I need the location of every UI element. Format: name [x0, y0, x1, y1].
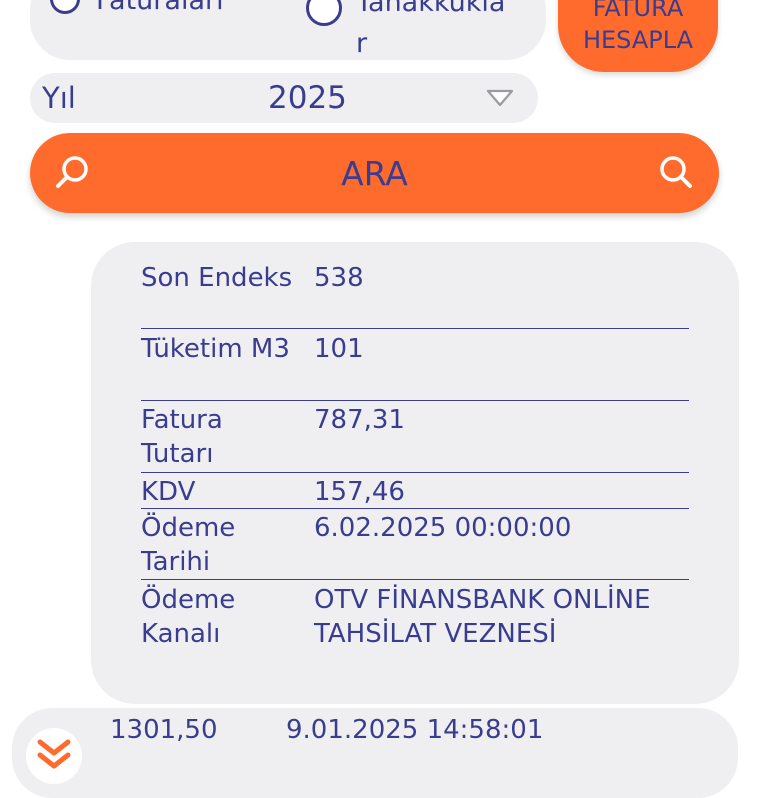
detail-label: KDV [141, 477, 196, 507]
expand-button[interactable] [26, 728, 82, 784]
detail-label: Tüketim M3 [141, 334, 290, 364]
bill-type-selector: Faturaları Tahakkukla r [30, 0, 546, 60]
row-divider [141, 400, 689, 401]
detail-value: OTV FİNANSBANK ONLİNE TAHSİLAT VEZNESİ [314, 585, 651, 649]
row-divider [141, 328, 689, 329]
year-selected-value[interactable]: 2025 [268, 80, 347, 116]
detail-value: 787,31 [314, 405, 405, 435]
detail-value: 101 [314, 334, 364, 364]
radio-tahakkuklar[interactable] [306, 0, 342, 26]
triangle-down-icon[interactable] [485, 88, 515, 108]
search-button-label: ARA [341, 154, 408, 193]
list-item[interactable]: 1301,50 9.01.2025 14:58:01 [12, 708, 738, 798]
search-icon [660, 156, 692, 188]
fatura-hesapla-label-line1: FATURA [592, 0, 684, 22]
fatura-hesapla-label-line2: HESAPLA [582, 26, 694, 54]
row-divider [141, 579, 689, 580]
bill-detail-card: Son Endeks 538 Tüketim M3 101 Fatura Tut… [91, 242, 739, 704]
radio-tahakkuklar-label-line1[interactable]: Tahakkukla [356, 0, 505, 19]
row-divider [141, 472, 689, 473]
detail-label: Ödeme Tarihi [141, 513, 236, 577]
row-divider [141, 508, 689, 509]
detail-label: Fatura Tutarı [141, 405, 223, 469]
detail-value: 538 [314, 263, 364, 293]
year-label: Yıl [42, 81, 76, 115]
detail-value: 157,46 [314, 477, 405, 507]
search-button[interactable]: ARA [30, 133, 719, 213]
list-item-amount: 1301,50 [110, 715, 218, 745]
radio-tahakkuklar-label-line2[interactable]: r [356, 27, 367, 60]
radio-faturalari-label[interactable]: Faturaları [96, 0, 224, 17]
radio-faturalari[interactable] [50, 0, 80, 14]
double-chevron-down-icon [37, 739, 71, 769]
detail-label: Son Endeks [141, 263, 293, 293]
fatura-hesapla-button[interactable]: FATURA HESAPLA [558, 0, 718, 72]
detail-value: 6.02.2025 00:00:00 [314, 513, 572, 543]
detail-label: Ödeme Kanalı [141, 585, 236, 649]
list-item-date: 9.01.2025 14:58:01 [286, 715, 544, 745]
year-dropdown[interactable]: Yıl 2025 [30, 73, 538, 123]
